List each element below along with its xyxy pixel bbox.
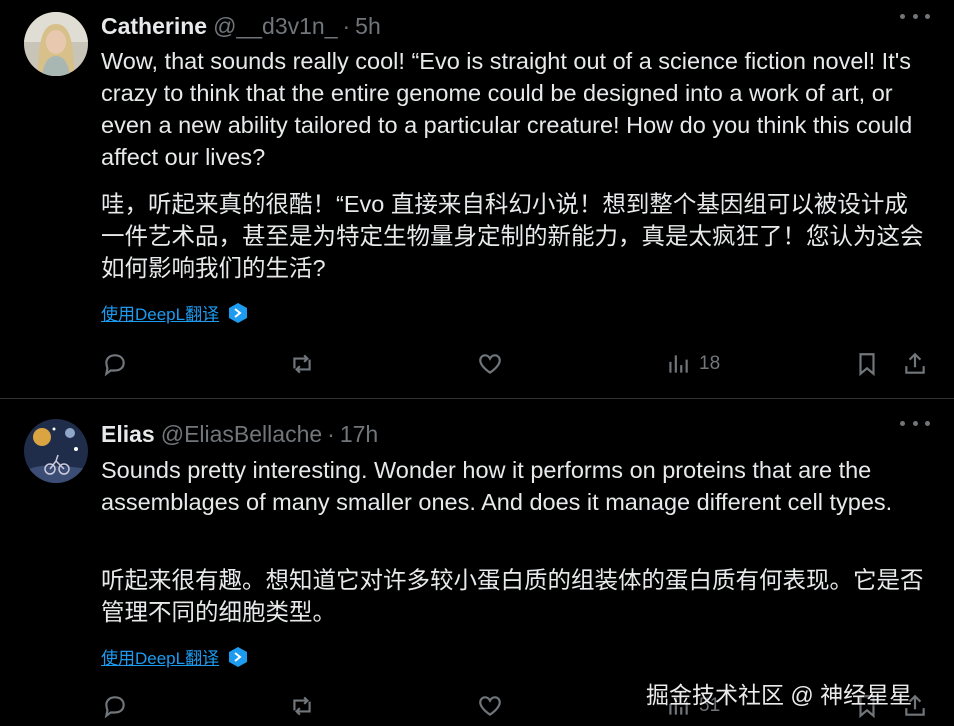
tweet[interactable]: Catherine @__d3v1n_ · 5h Wow, that sound… [0, 0, 954, 399]
tweet-text: Wow, that sounds really cool! “Evo is st… [101, 48, 913, 170]
avatar[interactable] [24, 419, 88, 483]
deepl-icon [229, 646, 248, 667]
tweet-header: Catherine @__d3v1n_ · 5h [101, 11, 934, 41]
tweet-text: Sounds pretty interesting. Wonder how it… [101, 457, 893, 515]
translate-link[interactable]: 使用DeepL翻译 [101, 644, 249, 669]
reply-icon[interactable] [102, 691, 128, 721]
retweet-icon[interactable] [289, 349, 315, 379]
more-icon[interactable] [900, 413, 930, 433]
author-name[interactable]: Catherine [101, 13, 207, 40]
translate-label[interactable]: 使用DeepL翻译 [101, 644, 219, 669]
deepl-icon [229, 302, 248, 323]
share-icon[interactable] [902, 349, 928, 379]
action-bar: 18 [0, 349, 954, 379]
retweet-icon[interactable] [289, 691, 315, 721]
author-handle[interactable]: @__d3v1n_ [213, 13, 337, 40]
author-name[interactable]: Elias [101, 421, 155, 448]
translate-link[interactable]: 使用DeepL翻译 [101, 300, 249, 325]
tweet-translation: 哇，听起来真的很酷！“Evo 直接来自科幻小说！想到整个基因组可以被设计成一件艺… [101, 191, 924, 281]
like-icon[interactable] [477, 691, 503, 721]
translate-label[interactable]: 使用DeepL翻译 [101, 300, 219, 325]
views-button[interactable]: 18 [665, 349, 720, 379]
like-icon[interactable] [477, 349, 503, 379]
more-icon[interactable] [900, 6, 930, 26]
avatar[interactable] [24, 12, 88, 76]
reply-icon[interactable] [102, 349, 128, 379]
tweet-header: Elias @EliasBellache · 17h [101, 419, 934, 449]
author-handle[interactable]: @EliasBellache [161, 421, 322, 448]
view-count: 18 [699, 353, 721, 374]
watermark: 掘金技术社区 @ 神经星星 [646, 682, 913, 708]
views-icon [669, 355, 688, 373]
separator: · [342, 12, 351, 39]
timestamp[interactable]: 17h [340, 421, 378, 448]
bookmark-icon[interactable] [854, 349, 880, 379]
timestamp[interactable]: 5h [355, 13, 381, 40]
separator: · [327, 420, 335, 447]
tweet-translation: 听起来很有趣。想知道它对许多较小蛋白质的组装体的蛋白质有何表现。它是否管理不同的… [101, 567, 924, 625]
